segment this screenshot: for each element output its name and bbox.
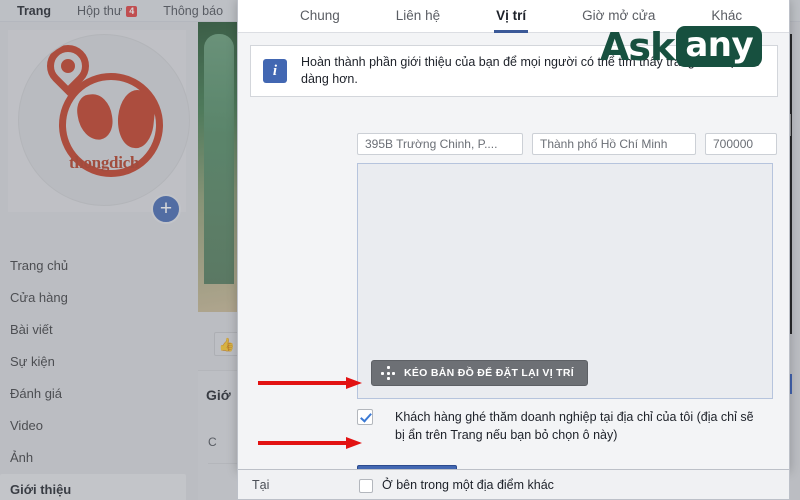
zip-code-input[interactable]: 700000 xyxy=(705,133,777,155)
inside-another-place-checkbox[interactable] xyxy=(359,479,373,493)
arrow-shaft xyxy=(258,441,348,445)
tab-label-lien-he: Liên hệ xyxy=(395,8,441,23)
drag-map-button[interactable]: KÉO BẢN ĐỒ ĐỂ ĐẶT LẠI VỊ TRÍ xyxy=(371,360,588,386)
move-icon xyxy=(381,366,395,380)
arrow-shaft xyxy=(258,381,348,385)
tab-lien-he[interactable]: Liên hệ xyxy=(368,0,468,32)
tab-vi-tri[interactable]: Vị trí xyxy=(468,0,554,33)
arrow-head xyxy=(346,437,362,449)
visit-address-checkbox-label: Khách hàng ghé thăm doanh nghiệp tại địa… xyxy=(395,410,754,442)
bottom-location-row: Tại Ở bên trong một địa điểm khác xyxy=(237,470,790,500)
visit-address-checkbox-row: Khách hàng ghé thăm doanh nghiệp tại địa… xyxy=(357,408,777,444)
annotation-arrow-to-checkbox xyxy=(258,377,362,389)
street-address-input[interactable]: 395B Trường Chinh, P.... xyxy=(357,133,523,155)
arrow-head xyxy=(346,377,362,389)
annotation-arrow-to-save-button xyxy=(258,437,362,449)
info-icon: i xyxy=(263,59,287,83)
watermark-any-badge: any xyxy=(676,26,763,67)
watermark-ask-text: Ask xyxy=(600,24,675,69)
drag-map-button-label: KÉO BẢN ĐỒ ĐỂ ĐẶT LẠI VỊ TRÍ xyxy=(404,367,574,379)
tab-label-gio-mo-cua: Giờ mở cửa xyxy=(582,8,656,23)
modal-body: i Hoàn thành phần giới thiệu của bạn để … xyxy=(238,33,789,469)
tab-label-khac: Khác xyxy=(711,8,743,23)
page-info-modal: Chung Liên hệ Vị trí Giờ mở cửa Khác i H… xyxy=(237,0,790,470)
inside-another-place-label: Ở bên trong một địa điểm khác xyxy=(382,478,554,492)
askany-watermark: Ask any xyxy=(600,24,763,69)
bottom-field-label: Tại xyxy=(252,478,270,492)
screenshot-root: Trang Hộp thư 4 Thông báo thongdich + Tr… xyxy=(0,0,800,500)
tab-chung[interactable]: Chung xyxy=(272,0,368,32)
city-input[interactable]: Thành phố Hồ Chí Minh xyxy=(532,133,696,155)
address-fields-row: 395B Trường Chinh, P.... Thành phố Hồ Ch… xyxy=(357,133,777,155)
visit-address-checkbox[interactable] xyxy=(357,409,373,425)
map-preview[interactable]: KÉO BẢN ĐỒ ĐỂ ĐẶT LẠI VỊ TRÍ xyxy=(357,163,773,399)
tab-label-chung: Chung xyxy=(300,8,340,23)
tab-label-vi-tri: Vị trí xyxy=(496,8,527,23)
